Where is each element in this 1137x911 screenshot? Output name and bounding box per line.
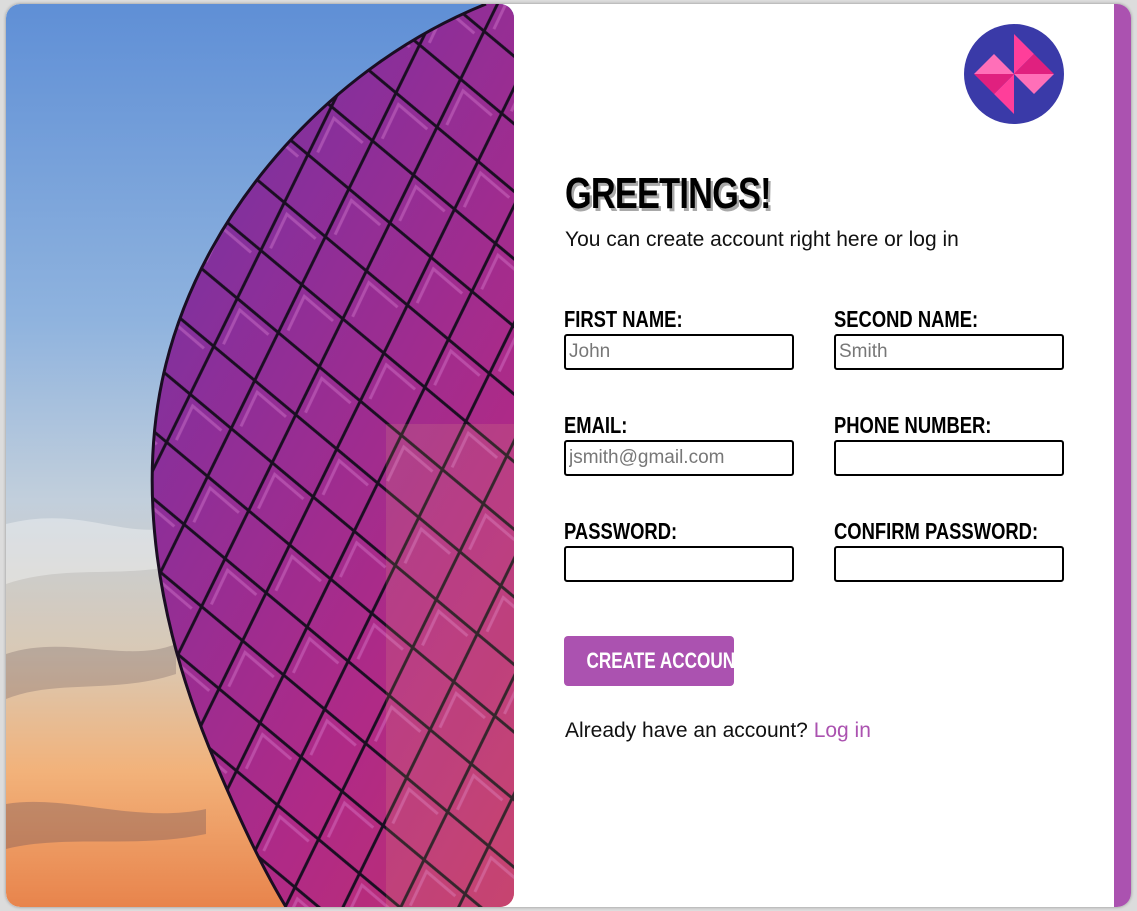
page-title: GREETINGS! <box>565 169 772 218</box>
password-input[interactable] <box>564 546 794 582</box>
signup-card: GREETINGS! You can create account right … <box>6 4 1131 907</box>
confirm-password-label: CONFIRM PASSWORD: <box>834 518 1039 544</box>
password-label: PASSWORD: <box>564 518 678 544</box>
email-group: EMAIL: <box>564 410 794 476</box>
second-name-label: SECOND NAME: <box>834 306 979 332</box>
phone-input[interactable] <box>834 440 1064 476</box>
second-name-input[interactable] <box>834 334 1064 370</box>
hero-image <box>6 4 514 907</box>
second-name-group: SECOND NAME: <box>834 304 1064 370</box>
phone-group: PHONE NUMBER: <box>834 410 1064 476</box>
create-account-button[interactable]: CREATE ACCOUNT <box>564 636 746 686</box>
create-account-label: CREATE ACCOUNT <box>586 648 746 673</box>
password-group: PASSWORD: <box>564 516 794 582</box>
confirm-password-group: CONFIRM PASSWORD: <box>834 516 1064 582</box>
pinwheel-logo-icon <box>964 24 1064 124</box>
login-link[interactable]: Log in <box>814 719 871 742</box>
page-subtitle: You can create account right here or log… <box>565 228 959 251</box>
first-name-group: FIRST NAME: <box>564 304 794 370</box>
first-name-label: FIRST NAME: <box>564 306 683 332</box>
email-input[interactable] <box>564 440 794 476</box>
confirm-password-input[interactable] <box>834 546 1064 582</box>
first-name-input[interactable] <box>564 334 794 370</box>
login-prompt: Already have an account? Log in <box>565 719 871 743</box>
email-label: EMAIL: <box>564 412 628 438</box>
phone-label: PHONE NUMBER: <box>834 412 992 438</box>
login-prompt-text: Already have an account? <box>565 719 808 742</box>
